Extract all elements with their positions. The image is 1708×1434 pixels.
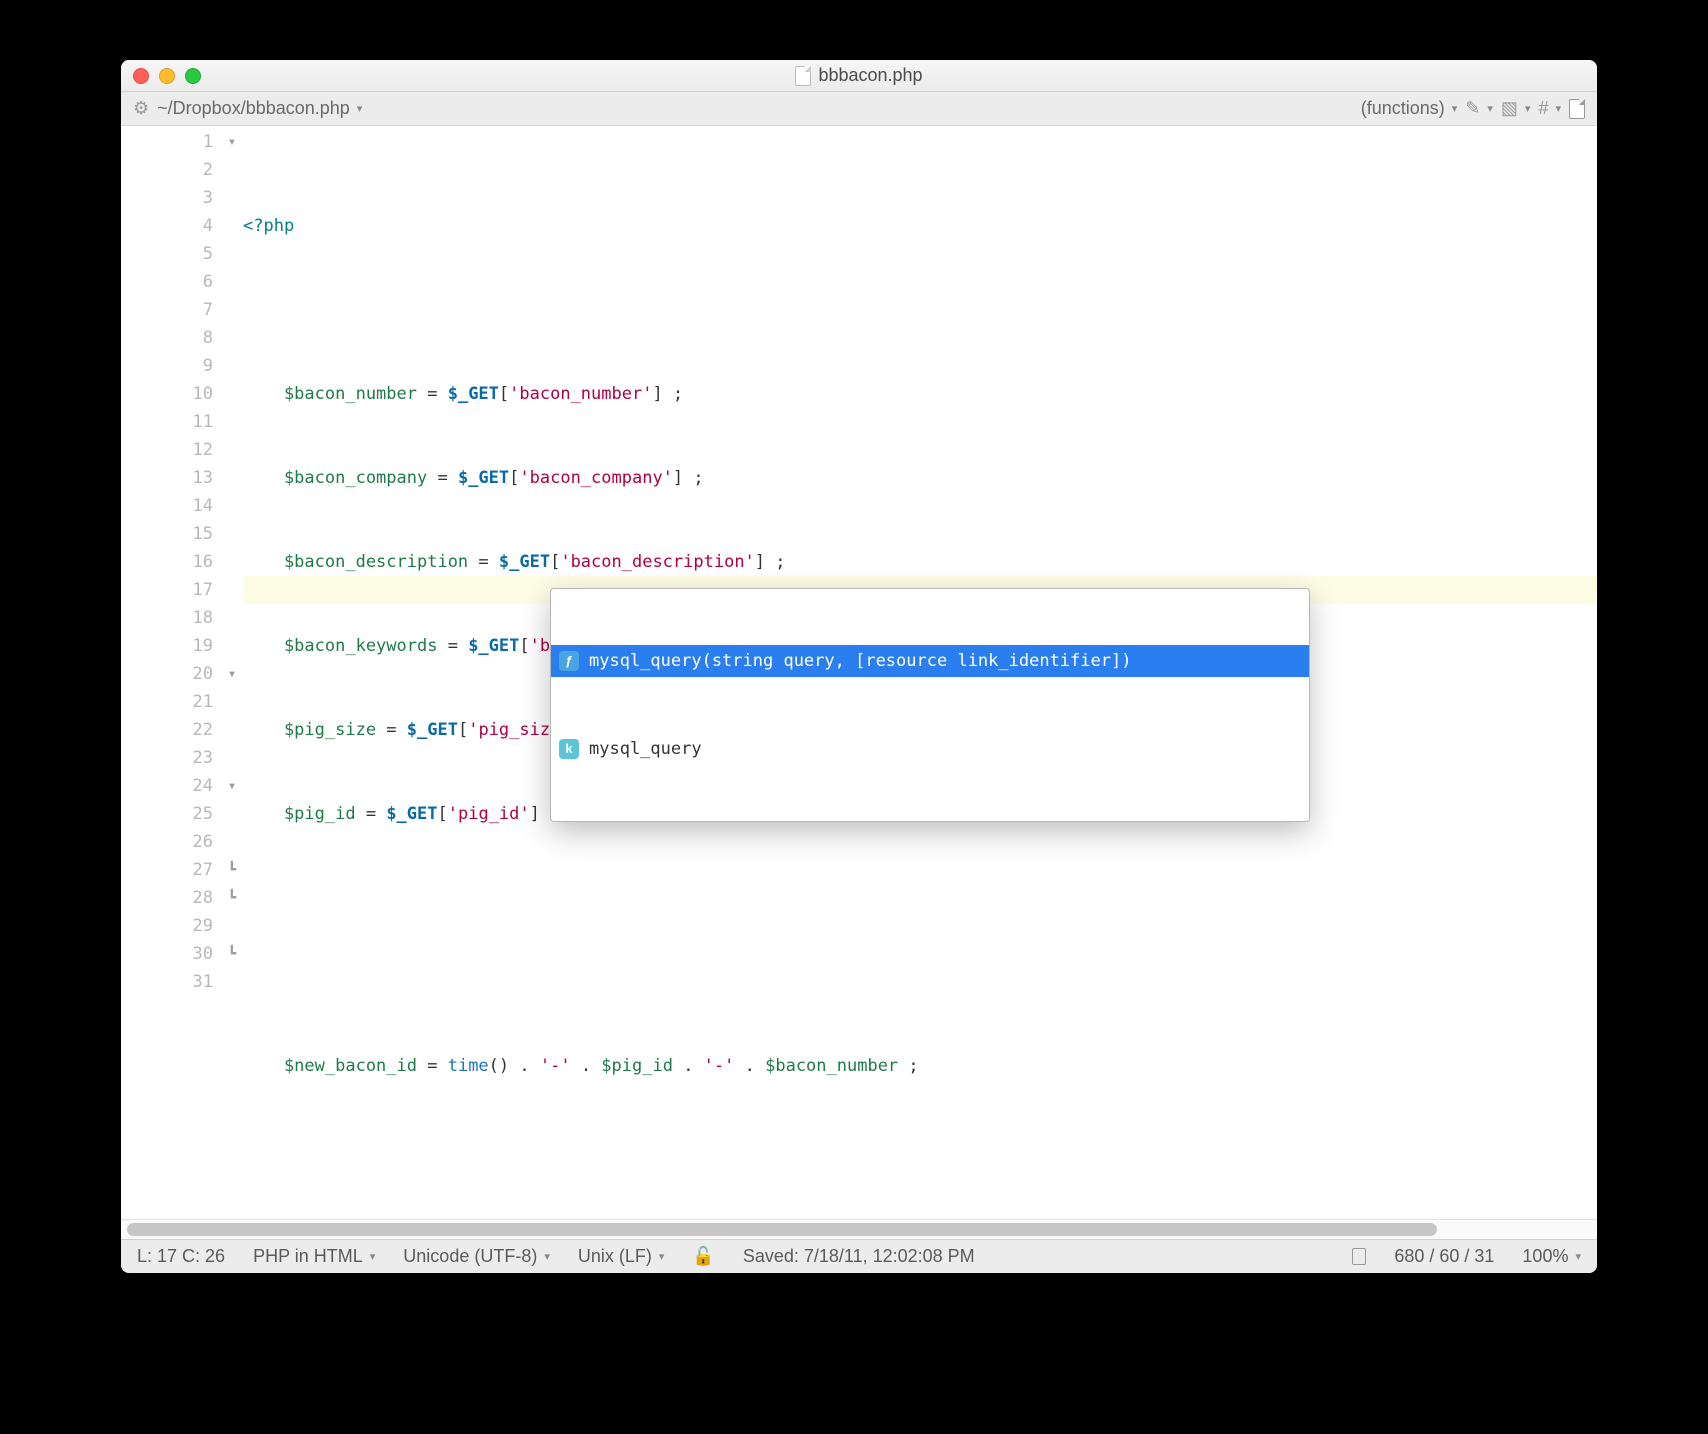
status-bar: L: 17 C: 26 PHP in HTML▾ Unicode (UTF-8)…	[121, 1239, 1597, 1273]
scrollbar-thumb[interactable]	[127, 1223, 1437, 1236]
line-number: 26	[121, 828, 213, 856]
line-number: 12	[121, 436, 213, 464]
horizontal-scrollbar[interactable]	[121, 1219, 1597, 1239]
line-number: 9	[121, 352, 213, 380]
fold-toggle[interactable]	[221, 576, 243, 604]
titlebar: bbbacon.php	[121, 60, 1597, 92]
window-title: bbbacon.php	[795, 65, 922, 86]
line-number: 23	[121, 744, 213, 772]
line-number: 4	[121, 212, 213, 240]
chevron-down-icon: ▾	[370, 1250, 376, 1263]
marker-popup[interactable]: ✎▾	[1465, 98, 1493, 119]
line-number: 20	[121, 660, 213, 688]
line-number: 16	[121, 548, 213, 576]
zoom-menu[interactable]: 100%▾	[1522, 1246, 1581, 1267]
line-number: 3	[121, 184, 213, 212]
line-number: 25	[121, 800, 213, 828]
functions-popup[interactable]: (functions) ▾	[1361, 98, 1458, 119]
line-number: 30	[121, 940, 213, 968]
document-icon	[795, 66, 811, 86]
fold-toggle[interactable]: ▾	[221, 772, 243, 800]
line-number: 7	[121, 296, 213, 324]
document-path-menu[interactable]: ~/Dropbox/bbbacon.php ▾	[157, 98, 362, 119]
line-number: 19	[121, 632, 213, 660]
path-label: ~/Dropbox/bbbacon.php	[157, 98, 350, 119]
vertical-scrollbar[interactable]	[1579, 126, 1595, 1219]
autocomplete-label: mysql_query(string query, [resource link…	[589, 647, 1131, 675]
line-number: 1	[121, 128, 213, 156]
line-number: 21	[121, 688, 213, 716]
chevron-down-icon: ▾	[1555, 102, 1561, 115]
encoding-menu[interactable]: Unicode (UTF-8)▾	[403, 1246, 550, 1267]
line-number: 27	[121, 856, 213, 884]
chevron-down-icon: ▾	[544, 1250, 550, 1263]
chevron-down-icon: ▾	[1575, 1250, 1581, 1263]
function-badge-icon: ƒ	[559, 651, 579, 671]
chevron-down-icon: ▾	[1452, 102, 1458, 115]
autocomplete-popup: ƒ mysql_query(string query, [resource li…	[550, 588, 1310, 822]
includes-popup[interactable]: #▾	[1538, 98, 1561, 119]
language-menu[interactable]: PHP in HTML▾	[253, 1246, 375, 1267]
document-stats[interactable]: 680 / 60 / 31	[1394, 1246, 1494, 1267]
line-number: 2	[121, 156, 213, 184]
code-editor[interactable]: <?php $bacon_number = $_GET['bacon_numbe…	[243, 126, 1597, 1219]
line-number-gutter: 1 2 3 4 5 6 7 8 9 10 11 12 13 14 15 16 1…	[121, 126, 221, 1219]
autocomplete-item[interactable]: ƒ mysql_query(string query, [resource li…	[551, 645, 1309, 677]
cursor-position[interactable]: L: 17 C: 26	[137, 1246, 225, 1267]
fold-marker: ┗	[221, 884, 243, 912]
minimize-button[interactable]	[159, 68, 175, 84]
line-ending-menu[interactable]: Unix (LF)▾	[578, 1246, 665, 1267]
chevron-down-icon: ▾	[357, 102, 363, 115]
fold-marker: ┗	[221, 940, 243, 968]
chevron-down-icon: ▾	[659, 1250, 665, 1263]
zoom-button[interactable]	[185, 68, 201, 84]
fold-gutter: ▾ ▾ ▾ ┗ ┗ ┗	[221, 126, 243, 1219]
functions-label: (functions)	[1361, 98, 1445, 119]
line-number: 5	[121, 240, 213, 268]
fold-toggle[interactable]: ▾	[221, 128, 243, 156]
line-number: 11	[121, 408, 213, 436]
line-number: 22	[121, 716, 213, 744]
line-number: 15	[121, 520, 213, 548]
traffic-lights	[133, 68, 201, 84]
close-button[interactable]	[133, 68, 149, 84]
line-number: 24	[121, 772, 213, 800]
editor-window: bbbacon.php ⚙ ~/Dropbox/bbbacon.php ▾ (f…	[121, 60, 1597, 1273]
chevron-down-icon: ▾	[1487, 102, 1493, 115]
navigation-bar: ⚙ ~/Dropbox/bbbacon.php ▾ (functions) ▾ …	[121, 92, 1597, 126]
line-number: 8	[121, 324, 213, 352]
fold-marker: ┗	[221, 856, 243, 884]
keyword-badge-icon: k	[559, 739, 579, 759]
line-number: 29	[121, 912, 213, 940]
line-number: 10	[121, 380, 213, 408]
line-number: 13	[121, 464, 213, 492]
autocomplete-item[interactable]: k mysql_query	[551, 733, 1309, 765]
page-icon	[1352, 1248, 1366, 1265]
new-document-icon[interactable]	[1569, 99, 1585, 119]
saved-timestamp: Saved: 7/18/11, 12:02:08 PM	[743, 1246, 975, 1267]
line-number: 28	[121, 884, 213, 912]
autocomplete-label: mysql_query	[589, 735, 702, 763]
lock-icon[interactable]: 🔓	[692, 1246, 714, 1267]
line-number: 17	[121, 576, 213, 604]
line-number: 14	[121, 492, 213, 520]
counterpart-popup[interactable]: ▧▾	[1501, 98, 1531, 119]
chevron-down-icon: ▾	[1525, 102, 1531, 115]
fold-toggle[interactable]: ▾	[221, 660, 243, 688]
editor-area: 1 2 3 4 5 6 7 8 9 10 11 12 13 14 15 16 1…	[121, 126, 1597, 1219]
gear-icon[interactable]: ⚙	[133, 98, 149, 119]
line-number: 6	[121, 268, 213, 296]
line-number: 31	[121, 968, 213, 996]
title-text: bbbacon.php	[818, 65, 922, 86]
line-number: 18	[121, 604, 213, 632]
